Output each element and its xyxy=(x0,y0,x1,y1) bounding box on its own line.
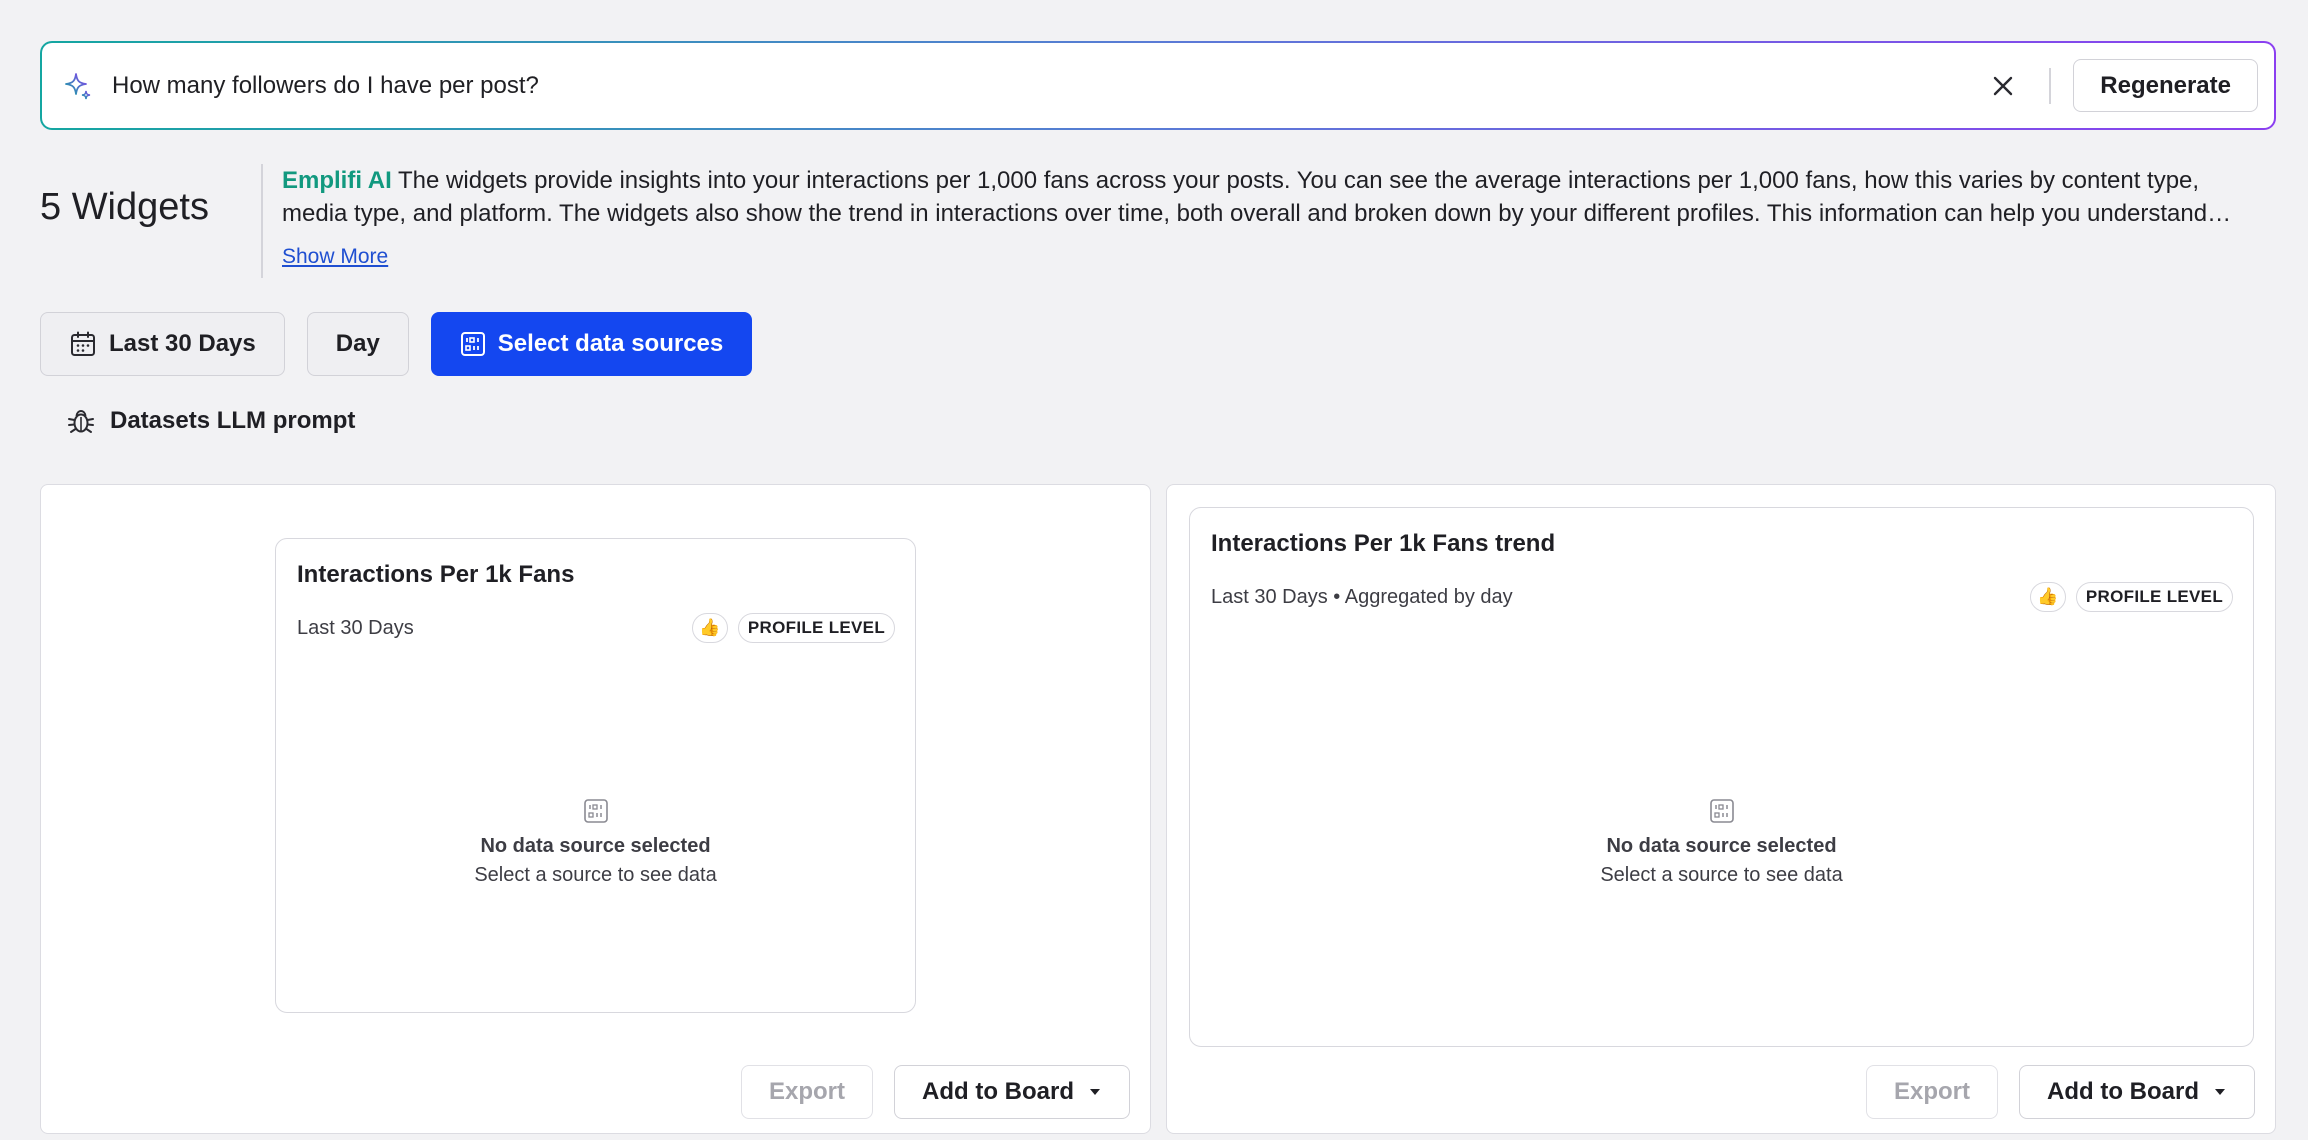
empty-state: No data source selected Select a source … xyxy=(1190,798,2253,890)
summary-body: The widgets provide insights into your i… xyxy=(282,167,2208,227)
widget-meta: Last 30 Days • Aggregated by day xyxy=(1211,586,1513,608)
granularity-label: Day xyxy=(335,330,380,357)
regenerate-button[interactable]: Regenerate xyxy=(2073,59,2258,112)
data-source-icon xyxy=(583,798,609,824)
caret-down-icon xyxy=(1088,1087,1102,1097)
empty-state-title: No data source selected xyxy=(1606,835,1837,857)
export-button[interactable]: Export xyxy=(1866,1065,1999,1119)
close-icon[interactable] xyxy=(1983,66,2023,106)
select-data-sources-button[interactable]: Select data sources xyxy=(430,312,753,376)
export-button[interactable]: Export xyxy=(741,1065,874,1119)
calendar-icon xyxy=(69,330,97,358)
add-to-board-label: Add to Board xyxy=(922,1078,1074,1105)
sparkle-icon xyxy=(62,70,94,102)
granularity-button[interactable]: Day xyxy=(306,312,409,376)
widget-actions: Export Add to Board xyxy=(1866,1065,2255,1119)
profile-level-badge: PROFILE LEVEL xyxy=(737,613,895,643)
show-more-link[interactable]: Show More xyxy=(282,240,388,273)
filter-toolbar: Last 30 Days Day Select data sources xyxy=(40,312,753,376)
add-to-board-button[interactable]: Add to Board xyxy=(2019,1065,2255,1119)
empty-state-subtitle: Select a source to see data xyxy=(474,864,717,886)
widget-badges: 👍 PROFILE LEVEL xyxy=(691,613,895,643)
profile-level-badge: PROFILE LEVEL xyxy=(2075,582,2233,612)
widget-panel-1: Interactions Per 1k Fans Last 30 Days 👍 … xyxy=(40,484,1151,1134)
add-to-board-label: Add to Board xyxy=(2047,1078,2199,1105)
widget-title: Interactions Per 1k Fans xyxy=(297,561,575,588)
data-source-icon xyxy=(460,331,486,357)
summary-divider xyxy=(261,164,263,278)
select-data-sources-label: Select data sources xyxy=(497,330,724,357)
date-range-label: Last 30 Days xyxy=(109,330,256,357)
widget-actions: Export Add to Board xyxy=(741,1065,1130,1119)
datasets-llm-prompt-label: Datasets LLM prompt xyxy=(110,407,356,434)
add-to-board-button[interactable]: Add to Board xyxy=(894,1065,1130,1119)
search-input[interactable]: How many followers do I have per post? xyxy=(112,72,1983,100)
widget-card-interactions-per-1k-fans-trend: Interactions Per 1k Fans trend Last 30 D… xyxy=(1189,507,2254,1047)
widget-card-interactions-per-1k-fans: Interactions Per 1k Fans Last 30 Days 👍 … xyxy=(275,538,916,1013)
thumbs-up-icon: 👍 xyxy=(691,613,728,643)
widget-meta: Last 30 Days xyxy=(297,617,414,639)
widget-panel-2: Interactions Per 1k Fans trend Last 30 D… xyxy=(1166,484,2276,1134)
date-range-button[interactable]: Last 30 Days xyxy=(40,312,285,376)
widget-title: Interactions Per 1k Fans trend xyxy=(1211,530,1556,557)
ai-summary: Emplifi AI The widgets provide insights … xyxy=(282,164,2248,273)
caret-down-icon xyxy=(2213,1087,2227,1097)
ai-summary-text: Emplifi AI The widgets provide insights … xyxy=(282,164,2248,230)
widgets-count: 5 Widgets xyxy=(40,186,209,228)
brand-label: Emplifi AI xyxy=(282,167,392,194)
widget-badges: 👍 PROFILE LEVEL xyxy=(2029,582,2233,612)
ai-search-inner: How many followers do I have per post? R… xyxy=(42,43,2274,128)
data-source-icon xyxy=(1709,798,1735,824)
empty-state: No data source selected Select a source … xyxy=(276,798,915,890)
bug-icon xyxy=(66,406,96,436)
thumbs-up-icon: 👍 xyxy=(2029,582,2066,612)
ai-search-bar: How many followers do I have per post? R… xyxy=(40,41,2276,130)
datasets-llm-prompt-button[interactable]: Datasets LLM prompt xyxy=(66,406,355,436)
empty-state-title: No data source selected xyxy=(480,835,711,857)
empty-state-subtitle: Select a source to see data xyxy=(1600,864,1843,886)
search-divider xyxy=(2049,67,2052,104)
